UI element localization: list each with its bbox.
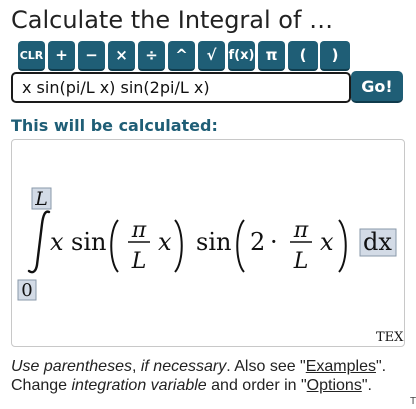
cdot: ·	[270, 228, 278, 256]
help-separator: ,	[131, 358, 141, 375]
corner-text: T	[410, 396, 416, 407]
help-text: Use parentheses, if necessary. Also see …	[11, 357, 386, 395]
left-paren-2	[236, 219, 245, 273]
number-two: 2	[250, 228, 265, 256]
help-line-1: Use parentheses, if necessary. Also see …	[11, 357, 386, 376]
minus-button[interactable]: −	[78, 41, 105, 71]
help-italic-parentheses: Use parentheses	[11, 358, 132, 375]
help-see-text: . Also see "	[226, 358, 306, 375]
formula-preview: L 0 x sin π L x sin 2 · π L x dx TEX	[11, 139, 405, 347]
help-change-text: Change	[11, 377, 72, 394]
clear-button[interactable]: CLR	[18, 41, 45, 71]
left-paren-1	[110, 219, 119, 273]
sqrt-button[interactable]: √	[198, 41, 225, 71]
formula-svg: L 0 x sin π L x sin 2 · π L x dx TEX	[17, 187, 404, 345]
options-link[interactable]: Options	[307, 377, 362, 394]
pi-button[interactable]: π	[258, 41, 285, 71]
upper-limit: L	[34, 188, 48, 210]
help-italic-necessary: if necessary	[140, 358, 227, 375]
pi-2: π	[293, 218, 309, 243]
L-1: L	[131, 249, 147, 274]
page-title: Calculate the Integral of …	[11, 6, 334, 34]
divide-button[interactable]: ÷	[138, 41, 165, 71]
preview-label: This will be calculated:	[11, 116, 218, 135]
power-button[interactable]: ^	[168, 41, 195, 71]
close-paren-button[interactable]: )	[320, 41, 350, 71]
differential-dx: dx	[363, 228, 392, 256]
L-2: L	[293, 249, 309, 274]
expression-input[interactable]	[11, 72, 351, 103]
right-paren-1	[174, 219, 183, 273]
function-button[interactable]: f(x)	[228, 41, 255, 71]
open-paren-button[interactable]: (	[288, 41, 318, 71]
plus-button[interactable]: +	[48, 41, 75, 71]
lower-limit: 0	[21, 280, 32, 301]
multiply-button[interactable]: ×	[108, 41, 135, 71]
sin-2: sin	[196, 228, 231, 256]
pi-1: π	[131, 218, 147, 243]
tex-badge[interactable]: TEX	[376, 330, 404, 345]
variable-x-3: x	[320, 228, 334, 256]
variable-x-2: x	[158, 228, 172, 256]
help-order-text: and order in "	[206, 377, 307, 394]
go-button[interactable]: Go!	[351, 71, 403, 103]
examples-link[interactable]: Examples	[306, 358, 376, 375]
variable-x: x	[50, 228, 64, 256]
integral-sign	[27, 210, 51, 274]
help-line1-end: ".	[375, 358, 387, 375]
right-paren-2	[338, 219, 347, 273]
help-italic-variable: integration variable	[71, 377, 207, 394]
help-line-2: Change integration variable and order in…	[11, 376, 386, 395]
sin-1: sin	[71, 228, 106, 256]
help-line2-end: ".	[361, 377, 372, 394]
